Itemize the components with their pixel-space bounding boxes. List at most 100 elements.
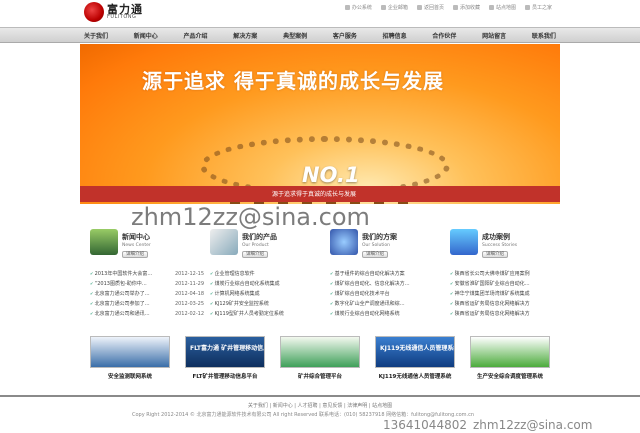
nav-partners[interactable]: 合作伙伴 (432, 31, 456, 40)
nav-solutions[interactable]: 解决方案 (233, 31, 257, 40)
column-title: 我们的方案 (362, 233, 397, 241)
list-item[interactable]: 北京富力通公司参加了…2012-03-25 (90, 299, 204, 309)
list-item[interactable]: 煤炭行业综合自动化系统集成 (210, 279, 324, 289)
home-icon (416, 5, 422, 10)
thumbnail-card[interactable]: 安全监测联网系统 (90, 336, 170, 380)
list-item[interactable]: 数字化矿山全产调度通讯和综… (330, 299, 444, 309)
watermark-email-footer: zhm12zz@sina.com (473, 418, 593, 432)
logo-english: FULITONG (107, 14, 137, 20)
footer-copyright: Copy Right 2012-2014 © 北京富力通能源软件技术有限公司 A… (132, 412, 475, 418)
list-item[interactable]: 煤矿综合自动化技术平台 (330, 289, 444, 299)
list-item[interactable]: KJ129矿井安全监控系统 (210, 299, 324, 309)
banner-caption: 源于追求得于真诚的成长与发展 (272, 191, 357, 198)
cases-column: 成功案例 Success Stories 详细介绍 陕西省长公司大佛寺煤矿应用案… (450, 229, 564, 319)
column-title: 成功案例 (482, 233, 510, 241)
thumbnail-card[interactable]: FLT富力通 矿井管理移动信息平台 FLT矿井管理移动信息平台 (185, 336, 265, 380)
top-link-mail[interactable]: 企业邮箱 (380, 4, 408, 11)
thumbnail-label: 矿井综合管理平台 (297, 374, 342, 380)
list-item[interactable]: 企业管理信息软件 (210, 269, 324, 279)
solutions-list: 基于组件的综合自动化解决方案 煤矿综合自动化、信息化解决方… 煤矿综合自动化技术… (330, 269, 444, 319)
footer-divider (0, 395, 640, 397)
products-column: 我们的产品 Our Product 详细介绍 企业管理信息软件 煤炭行业综合自动… (210, 229, 324, 319)
main-nav: 关于我们 新闻中心 产品介绍 解决方案 典型案例 客户服务 招聘信息 合作伙伴 … (0, 27, 640, 43)
success-chart-icon (450, 229, 478, 255)
thumbnail-label: 生产安全综合调度管理系统 (476, 374, 543, 380)
column-title: 新闻中心 (122, 233, 150, 241)
thumbnail-image: FLT富力通 矿井管理移动信息平台 (185, 336, 265, 368)
nav-products[interactable]: 产品介绍 (184, 31, 208, 40)
list-item[interactable]: 煤矿综合自动化、信息化解决方… (330, 279, 444, 289)
mail-icon (380, 5, 386, 10)
nav-cases[interactable]: 典型案例 (283, 31, 307, 40)
thumbnail-card[interactable]: KJ119无线通信人员管理系统 KJ119无线通信人员管理系统 (375, 336, 455, 380)
nav-news[interactable]: 新闻中心 (134, 31, 158, 40)
more-button[interactable]: 详细介绍 (242, 251, 268, 258)
thumbnail-card[interactable]: 生产安全综合调度管理系统 (470, 336, 550, 380)
cases-list: 陕西省长公司大佛寺煤矿应用案例 安徽省淮矿国阳矿业综合自动化… 神华宁煤集团羊场… (450, 269, 564, 319)
nav-contact[interactable]: 联系我们 (532, 31, 556, 40)
office-icon (344, 5, 350, 10)
thumbnail-card[interactable]: 矿井综合管理平台 (280, 336, 360, 380)
news-list: 2013年中国软件大会富…2012-12-15 “2013图质包-助你中…201… (90, 269, 204, 319)
top-link-staff[interactable]: 员工之家 (524, 4, 552, 11)
hero-banner[interactable]: 源于追求 得于真诚的成长与发展 NO.1 ◀ 1 2 3 4 5 ▶ (80, 44, 560, 204)
news-column: 新闻中心 News Center 详细介绍 2013年中国软件大会富…2012-… (90, 229, 204, 319)
list-item[interactable]: 基于组件的综合自动化解决方案 (330, 269, 444, 279)
top-header: 富力通 FULITONG 办公系统 企业邮箱 返回首页 添加收藏 站点地图 员工… (0, 0, 640, 27)
nav-jobs[interactable]: 招聘信息 (383, 31, 407, 40)
product-thumbnails: 安全监测联网系统 FLT富力通 矿井管理移动信息平台 FLT矿井管理移动信息平台… (90, 336, 550, 380)
thumbnail-image (90, 336, 170, 368)
logo-text: 富力通 FULITONG (107, 4, 143, 20)
watermark-phone: 13641044802 (383, 418, 467, 432)
banner-slogan: 源于追求 得于真诚的成长与发展 (142, 69, 444, 93)
product-box-icon (210, 229, 238, 255)
list-item[interactable]: 安徽省淮矿国阳矿业综合自动化… (450, 279, 564, 289)
more-button[interactable]: 详细介绍 (482, 251, 508, 258)
nav-service[interactable]: 客户服务 (333, 31, 357, 40)
thumbnail-image (470, 336, 550, 368)
top-link-bookmark[interactable]: 添加收藏 (452, 4, 480, 11)
bookmark-icon (452, 5, 458, 10)
products-list: 企业管理信息软件 煤炭行业综合自动化系统集成 计算机网络系统集成 KJ129矿井… (210, 269, 324, 319)
list-item[interactable]: 北京富力通公司和通讯…2012-02-12 (90, 309, 204, 319)
column-subtitle: Success Stories (482, 243, 518, 248)
thumbnail-image: KJ119无线通信人员管理系统 (375, 336, 455, 368)
logo-mark-icon (84, 2, 104, 22)
site-logo[interactable]: 富力通 FULITONG (84, 2, 143, 22)
thumbnail-label: 安全监测联网系统 (107, 374, 152, 380)
list-item[interactable]: 煤炭行业综合自动化网络系统 (330, 309, 444, 319)
list-item[interactable]: 陕西省长公司大佛寺煤矿应用案例 (450, 269, 564, 279)
column-subtitle: Our Solution (362, 243, 391, 248)
nav-guestbook[interactable]: 网站留言 (482, 31, 506, 40)
sitemap-icon (488, 5, 494, 10)
monitor-icon (90, 229, 118, 255)
list-item[interactable]: “2013图质包-助你中…2012-11-29 (90, 279, 204, 289)
more-button[interactable]: 详细介绍 (362, 251, 388, 258)
top-link-sitemap[interactable]: 站点地图 (488, 4, 516, 11)
list-item[interactable]: 2013年中国软件大会富…2012-12-15 (90, 269, 204, 279)
list-item[interactable]: 神华宁煤集团羊场湾煤矿系统集成 (450, 289, 564, 299)
banner-caption-bar: 源于追求得于真诚的成长与发展 (80, 186, 560, 202)
staff-icon (524, 5, 530, 10)
list-item[interactable]: 陕西省运矿务局信息化网络解决方 (450, 309, 564, 319)
thumbnail-label: FLT矿井管理移动信息平台 (192, 374, 258, 380)
watermark-email: zhm12zz@sina.com (131, 203, 370, 231)
thumbnail-image (280, 336, 360, 368)
banner-badge: NO.1 (302, 163, 360, 187)
more-button[interactable]: 详细介绍 (122, 251, 148, 258)
top-link-home[interactable]: 返回首页 (416, 4, 444, 11)
list-item[interactable]: 陕西省运矿务局信息化网络解决方 (450, 299, 564, 309)
column-subtitle: Our Product (242, 243, 269, 248)
list-item[interactable]: 计算机网络系统集成 (210, 289, 324, 299)
footer-links[interactable]: 关于我们 | 新闻中心 | 人才招聘 | 意见反馈 | 法律声明 | 站点地图 (0, 402, 640, 409)
list-item[interactable]: KJ119型矿井人员考勤定位系统 (210, 309, 324, 319)
list-item[interactable]: 北京富力通公司举办了…2012-04-18 (90, 289, 204, 299)
column-title: 我们的产品 (242, 233, 277, 241)
top-link-office[interactable]: 办公系统 (344, 4, 372, 11)
column-subtitle: News Center (122, 243, 151, 248)
thumbnail-label: KJ119无线通信人员管理系统 (378, 374, 452, 380)
top-links: 办公系统 企业邮箱 返回首页 添加收藏 站点地图 员工之家 (344, 4, 552, 11)
solution-icon (330, 229, 358, 255)
nav-about[interactable]: 关于我们 (84, 31, 108, 40)
solutions-column: 我们的方案 Our Solution 详细介绍 基于组件的综合自动化解决方案 煤… (330, 229, 444, 319)
